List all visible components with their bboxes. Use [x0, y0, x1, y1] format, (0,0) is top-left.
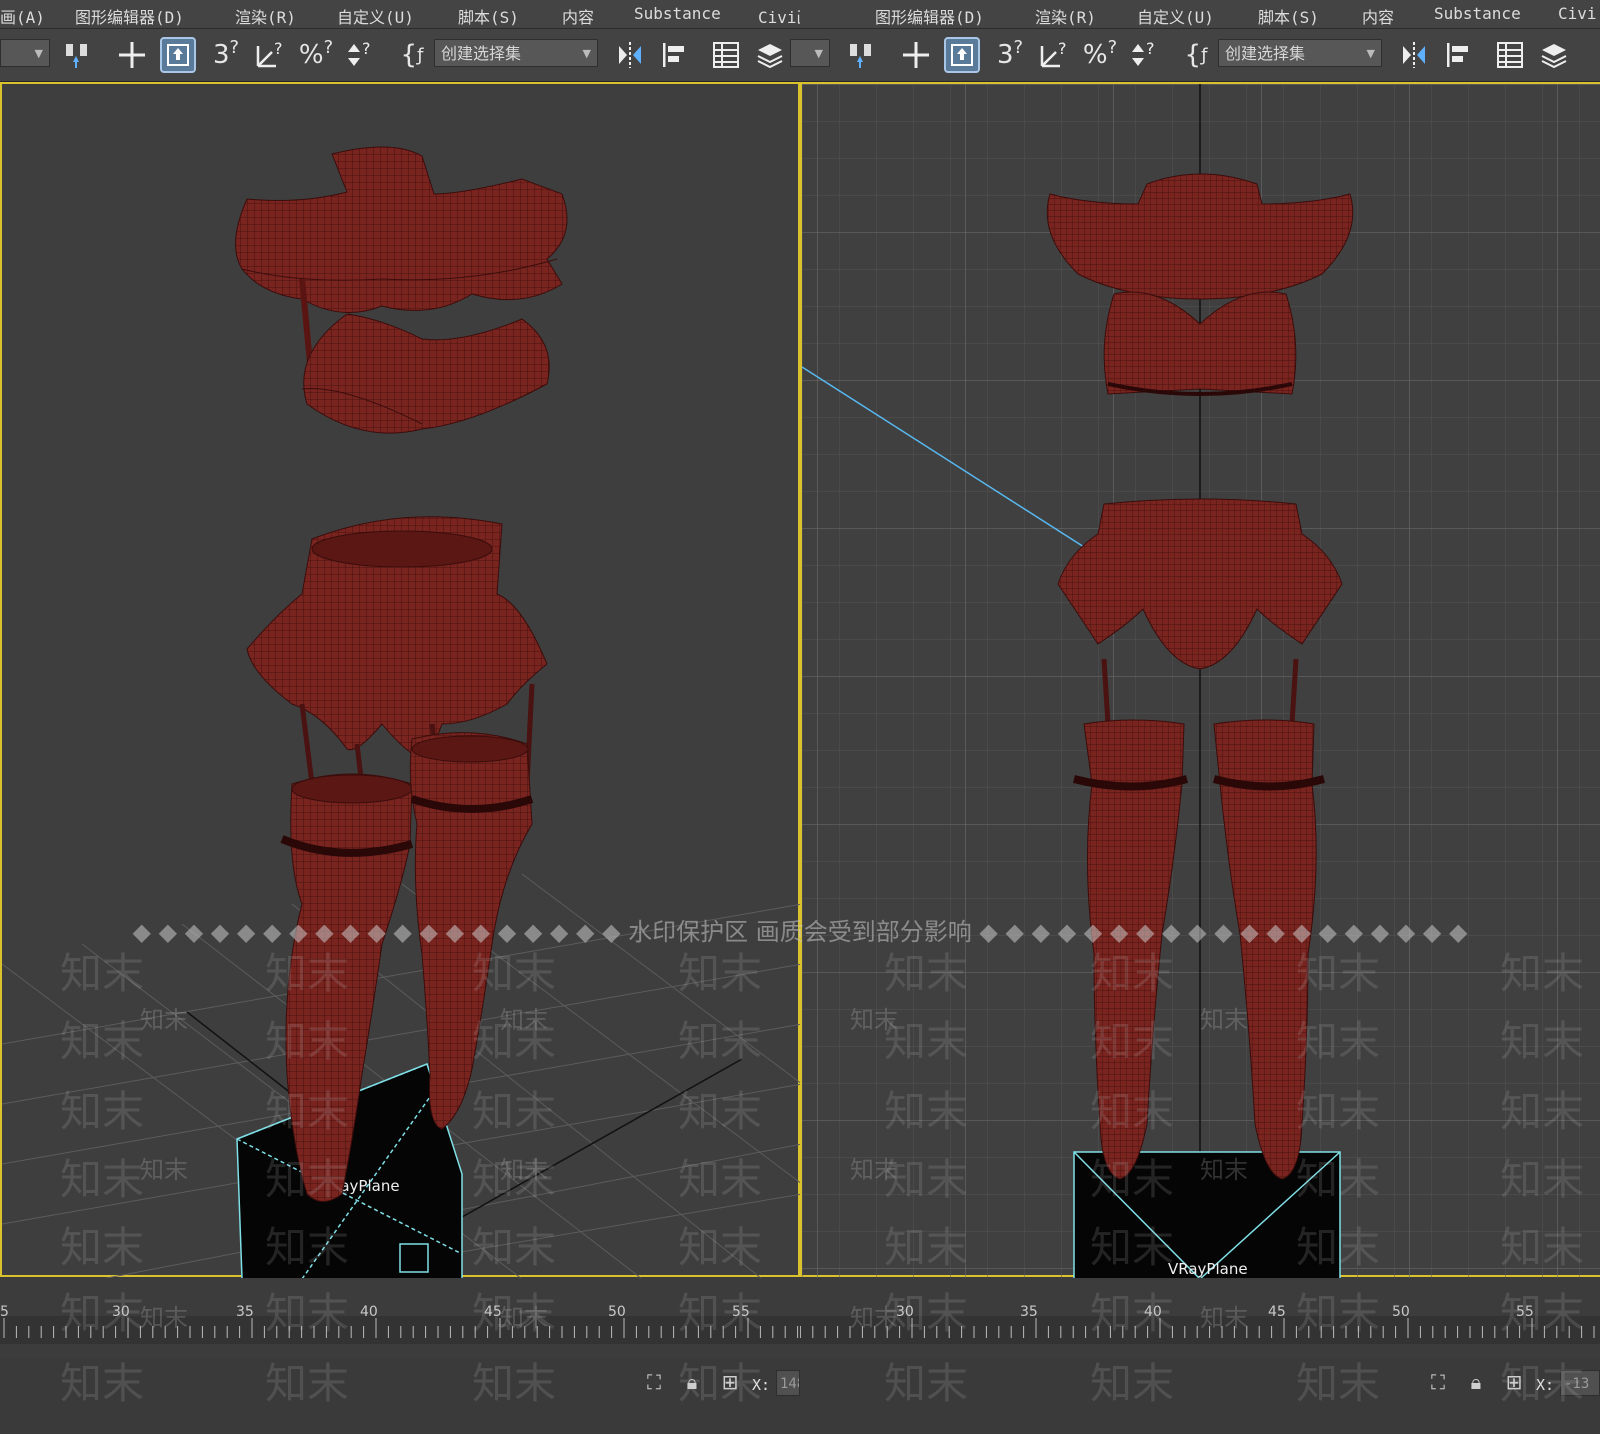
snap-3d-icon[interactable]: 3?: [208, 37, 244, 73]
garment-top: [235, 146, 568, 434]
tick-label: 55: [1516, 1304, 1534, 1320]
reference-coord-dropdown[interactable]: ▼: [0, 39, 50, 67]
tick-label: 50: [1392, 1304, 1410, 1320]
perspective-scene: VRayPlane: [1, 146, 800, 1280]
snap-3d-icon[interactable]: 3?: [992, 37, 1028, 73]
lock-icon[interactable]: 🔒︎: [680, 1370, 704, 1394]
tick-label: 40: [360, 1304, 378, 1320]
absolute-mode-icon[interactable]: ⊞: [1502, 1370, 1526, 1394]
front-scene: VRayPlane: [801, 84, 1600, 1281]
menu-civil-view[interactable]: Civi画(A): [758, 4, 800, 28]
menu-scripting[interactable]: 脚本(S): [1258, 4, 1319, 28]
select-and-link-icon[interactable]: [60, 37, 96, 73]
status-bar: ⛶ 🔒︎ ⊞ X: 148: [0, 1358, 800, 1434]
percent-snap-icon[interactable]: %?: [298, 37, 334, 73]
menu-bar: 画(A) 图形编辑器(D) 渲染(R) 自定义(U) 脚本(S) 内容 Subs…: [0, 0, 800, 29]
menu-rendering[interactable]: 渲染(R): [1035, 4, 1096, 28]
perspective-viewport[interactable]: VRayPlane: [0, 82, 800, 1280]
front-viewport[interactable]: VRayPlane: [800, 82, 1600, 1281]
axis-line: [431, 1058, 743, 1235]
align-icon[interactable]: [1440, 37, 1476, 73]
chevron-down-icon: ▼: [1366, 47, 1375, 60]
menu-rendering[interactable]: 渲染(R): [235, 4, 296, 28]
menu-customize[interactable]: 自定义(U): [1137, 4, 1214, 28]
reference-coord-dropdown[interactable]: ▼: [800, 39, 830, 67]
tick-label: 45: [484, 1304, 502, 1320]
tick-label: 35: [1020, 1304, 1038, 1320]
timeline[interactable]: 5 30 35 40 45 50 55: [0, 1278, 800, 1358]
x-coord-field[interactable]: 148: [776, 1370, 800, 1396]
mirror-icon[interactable]: [612, 37, 648, 73]
angle-snap-icon[interactable]: ?: [252, 37, 288, 73]
svg-text:?: ?: [1058, 40, 1067, 58]
svg-text:?: ?: [274, 40, 283, 58]
main-toolbar: ▼ 3? ? %? ? {ƒ 创建选择集 ▼: [800, 29, 1600, 82]
menu-substance[interactable]: Substance: [634, 4, 721, 23]
tick-label: 5: [0, 1304, 9, 1320]
named-selection-dropdown[interactable]: 创建选择集 ▼: [1218, 39, 1382, 67]
named-selection-placeholder: 创建选择集: [1225, 44, 1306, 63]
menu-animation[interactable]: 画(A): [0, 4, 45, 28]
named-selection-placeholder: 创建选择集: [441, 44, 522, 63]
snap-3d-label: 3: [996, 40, 1014, 70]
chevron-down-icon: ▼: [34, 47, 43, 60]
align-icon[interactable]: [656, 37, 692, 73]
menu-bar: 图形编辑器(D) 渲染(R) 自定义(U) 脚本(S) 内容 Substance…: [800, 0, 1600, 29]
tick-label: 35: [236, 1304, 254, 1320]
x-coord-label: X:: [1536, 1376, 1555, 1394]
snap-3d-label: 3: [212, 40, 230, 70]
menu-civil-view[interactable]: Civi: [1558, 4, 1597, 23]
move-icon[interactable]: [898, 37, 934, 73]
layer-manager-icon[interactable]: [1536, 37, 1572, 73]
chevron-down-icon: ▼: [814, 47, 823, 60]
edit-named-selection-icon[interactable]: {ƒ: [1178, 37, 1214, 73]
lock-icon[interactable]: 🔒︎: [1464, 1370, 1488, 1394]
named-selection-dropdown[interactable]: 创建选择集 ▼: [434, 39, 598, 67]
x-coord-field[interactable]: -13: [1560, 1370, 1600, 1396]
svg-text:?: ?: [1146, 40, 1155, 58]
move-icon[interactable]: [114, 37, 150, 73]
timeline-ruler[interactable]: [800, 1316, 1600, 1344]
menu-graph-editors[interactable]: 图形编辑器(D): [875, 4, 984, 28]
left-window-pane: 画(A) 图形编辑器(D) 渲染(R) 自定义(U) 脚本(S) 内容 Subs…: [0, 0, 800, 1434]
layer-dropdown[interactable]: ▼: [790, 39, 800, 67]
tick-label: 45: [1268, 1304, 1286, 1320]
spinner-snap-icon[interactable]: ?: [342, 37, 378, 73]
menu-scripting[interactable]: 脚本(S): [458, 4, 519, 28]
percent-snap-icon[interactable]: %?: [1082, 37, 1118, 73]
status-bar: ⛶ 🔒︎ ⊞ X: -13: [800, 1358, 1600, 1434]
mirror-icon[interactable]: [1396, 37, 1432, 73]
tick-label: 50: [608, 1304, 626, 1320]
vrayplane-label: VRayPlane: [1168, 1260, 1248, 1278]
menu-content[interactable]: 内容: [562, 4, 594, 28]
chevron-down-icon: ▼: [582, 47, 591, 60]
spinner-snap-icon[interactable]: ?: [1126, 37, 1162, 73]
scene-explorer-icon[interactable]: [1492, 37, 1528, 73]
right-window-pane: 图形编辑器(D) 渲染(R) 自定义(U) 脚本(S) 内容 Substance…: [800, 0, 1600, 1434]
menu-customize[interactable]: 自定义(U): [337, 4, 414, 28]
tick-label: 30: [112, 1304, 130, 1320]
absolute-mode-icon[interactable]: ⊞: [718, 1370, 742, 1394]
main-toolbar: ▼ 3? ? %? ? {ƒ 创建选择集 ▼ ▼: [0, 29, 800, 82]
select-object-icon[interactable]: [944, 37, 980, 73]
scene-explorer-icon[interactable]: [708, 37, 744, 73]
select-and-link-icon[interactable]: [844, 37, 880, 73]
menu-content[interactable]: 内容: [1362, 4, 1394, 28]
tick-label: 40: [1144, 1304, 1162, 1320]
tick-label: 55: [732, 1304, 750, 1320]
tick-label: 30: [896, 1304, 914, 1320]
menu-substance[interactable]: Substance: [1434, 4, 1521, 23]
svg-text:?: ?: [362, 40, 371, 58]
isolate-selection-icon[interactable]: ⛶: [642, 1370, 666, 1394]
layer-manager-icon[interactable]: [752, 37, 788, 73]
axis-line: [186, 1011, 293, 1095]
edit-named-selection-icon[interactable]: {ƒ: [394, 37, 430, 73]
isolate-selection-icon[interactable]: ⛶: [1426, 1370, 1450, 1394]
angle-snap-icon[interactable]: ?: [1036, 37, 1072, 73]
x-coord-label: X:: [752, 1376, 771, 1394]
timeline[interactable]: 5 30 35 40 45 50 55: [800, 1278, 1600, 1358]
select-object-icon[interactable]: [160, 37, 196, 73]
timeline-ruler[interactable]: [0, 1316, 800, 1344]
menu-graph-editors[interactable]: 图形编辑器(D): [75, 4, 184, 28]
